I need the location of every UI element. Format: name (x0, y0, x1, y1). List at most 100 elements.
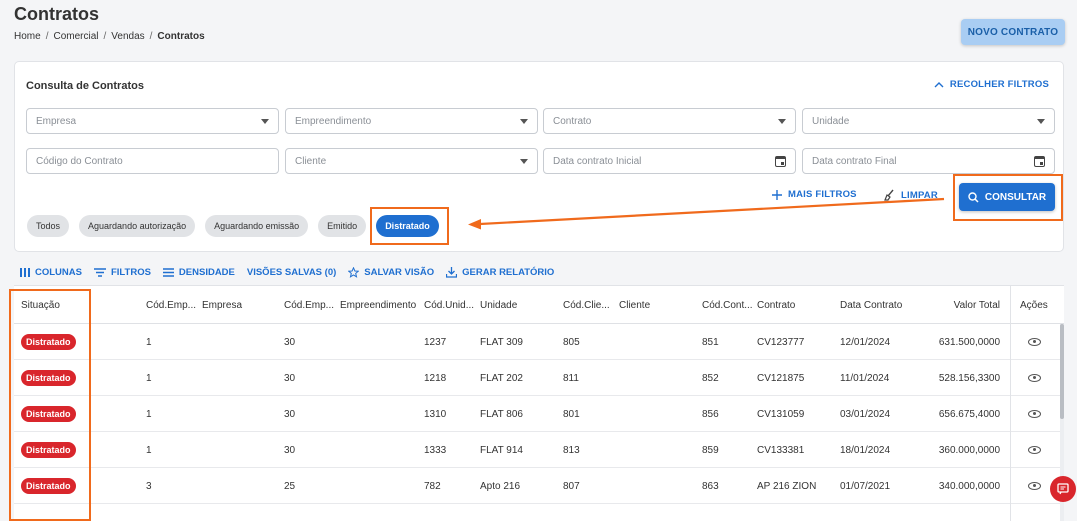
table-row[interactable]: Distratado 1 30 1333 FLAT 914 813 859 CV133381 1… (14, 432, 1064, 468)
filter-panel: Consulta de Contratos RECOLHER FILTROS E… (14, 61, 1064, 252)
contrato-select[interactable]: Contrato (543, 108, 796, 134)
cell-data-contrato: 03/01/2024 (840, 408, 891, 420)
cliente-select[interactable]: Cliente (285, 148, 538, 174)
cell-unidade: FLAT 309 (480, 336, 523, 348)
calendar-icon[interactable] (1034, 155, 1045, 167)
breadcrumb-separator: / (103, 31, 107, 42)
filter-icon (93, 268, 106, 277)
cell-situacao: Distratado (21, 360, 76, 396)
clear-button[interactable]: LIMPAR (883, 189, 938, 201)
cell-cod-unidade: 1333 (424, 444, 447, 456)
data-inicial-input[interactable]: Data contrato Inicial (543, 148, 796, 174)
status-badge: Distratado (21, 478, 76, 494)
star-icon (348, 267, 360, 278)
codigo-contrato-placeholder: Código do Contrato (36, 155, 123, 167)
table-row[interactable]: Distratado 1 30 1310 FLAT 806 801 856 CV131059 0… (14, 396, 1064, 432)
col-situacao[interactable]: Situação (21, 286, 101, 324)
cell-contrato: CV131059 (757, 408, 805, 420)
data-final-input[interactable]: Data contrato Final (802, 148, 1055, 174)
cell-data-contrato: 18/01/2024 (840, 444, 891, 456)
codigo-contrato-input[interactable]: Código do Contrato (26, 148, 279, 174)
chip-aguardando-emissao[interactable]: Aguardando emissão (205, 215, 309, 237)
col-unidade[interactable]: Unidade (480, 286, 550, 324)
cell-cod-empreendimento: 30 (284, 408, 296, 420)
col-cod-contrato[interactable]: Cód.Cont... (702, 286, 754, 324)
breadcrumb-home[interactable]: Home (14, 31, 41, 42)
cell-unidade: FLAT 202 (480, 372, 523, 384)
col-empreendimento[interactable]: Empreendimento (340, 286, 420, 324)
cell-cod-unidade: 1218 (424, 372, 447, 384)
cell-valor-total: 340.000,0000 (938, 480, 1000, 492)
page-title: Contratos (14, 4, 99, 24)
filter-panel-title: Consulta de Contratos (26, 80, 144, 92)
table-row[interactable]: Distratado 3 25 782 Apto 216 807 863 AP 216 ZIO… (14, 468, 1064, 504)
chip-emitido[interactable]: Emitido (318, 215, 367, 237)
col-empresa[interactable]: Empresa (202, 286, 282, 324)
density-icon (162, 268, 174, 277)
empreendimento-select[interactable]: Empreendimento (285, 108, 538, 134)
chip-aguardando-autorizacao[interactable]: Aguardando autorização (79, 215, 196, 237)
plus-icon (772, 189, 782, 200)
filters-button[interactable]: FILTROS (93, 267, 151, 278)
table-row[interactable]: Distratado 1 30 1237 FLAT 309 805 851 CV123777 1… (14, 324, 1064, 360)
col-cliente[interactable]: Cliente (619, 286, 699, 324)
status-badge: Distratado (21, 442, 76, 458)
search-icon (968, 191, 979, 203)
cell-situacao: Distratado (21, 396, 76, 432)
empreendimento-placeholder: Empreendimento (295, 115, 372, 127)
status-badge: Distratado (21, 406, 76, 422)
cell-cod-contrato: 856 (702, 408, 719, 420)
scrollbar-thumb[interactable] (1060, 324, 1064, 419)
col-cod-empresa[interactable]: Cód.Emp... (146, 286, 198, 324)
save-view-button[interactable]: SALVAR VISÃO (348, 267, 434, 278)
collapse-filters-button[interactable]: RECOLHER FILTROS (934, 79, 1049, 90)
view-button[interactable] (1028, 432, 1041, 468)
consult-label: CONSULTAR (984, 191, 1047, 203)
view-button[interactable] (1028, 396, 1041, 432)
col-cod-empreendimento[interactable]: Cód.Emp... (284, 286, 336, 324)
col-cod-unidade[interactable]: Cód.Unid... (424, 286, 476, 324)
col-cod-cliente[interactable]: Cód.Clie... (563, 286, 613, 324)
contrato-placeholder: Contrato (553, 115, 592, 127)
table-row[interactable]: Distratado 1 30 1218 FLAT 202 811 852 CV121875 1… (14, 360, 1064, 396)
eye-icon (1028, 374, 1041, 382)
unidade-select[interactable]: Unidade (802, 108, 1055, 134)
status-badge: Distratado (21, 370, 76, 386)
more-filters-button[interactable]: MAIS FILTROS (772, 189, 857, 200)
chip-todos[interactable]: Todos (27, 215, 70, 237)
view-button[interactable] (1028, 324, 1041, 360)
empresa-select[interactable]: Empresa (26, 108, 279, 134)
consult-button[interactable]: CONSULTAR (959, 183, 1055, 211)
cell-data-contrato: 12/01/2024 (840, 336, 891, 348)
density-button[interactable]: DENSIDADE (162, 267, 235, 278)
breadcrumb-vendas[interactable]: Vendas (111, 31, 144, 42)
view-button[interactable] (1028, 360, 1041, 396)
cell-cod-cliente: 813 (563, 444, 580, 456)
columns-button[interactable]: COLUNAS (20, 267, 82, 278)
report-button[interactable]: GERAR RELATÓRIO (446, 267, 554, 278)
download-icon (446, 267, 458, 278)
new-contract-button[interactable]: NOVO CONTRATO (961, 19, 1065, 45)
view-button[interactable] (1028, 468, 1041, 504)
empresa-placeholder: Empresa (36, 115, 77, 127)
contracts-table: Situação Cód.Emp... Empresa Cód.Emp... E… (14, 285, 1064, 521)
cell-cod-empresa: 1 (146, 408, 152, 420)
more-filters-label: MAIS FILTROS (788, 189, 857, 200)
help-chat-button[interactable] (1050, 476, 1076, 502)
chip-distratado[interactable]: Distratado (376, 215, 439, 237)
cell-situacao: Distratado (21, 324, 76, 360)
cell-cod-contrato: 859 (702, 444, 719, 456)
saved-views-button[interactable]: VISÕES SALVAS (0) (247, 267, 336, 278)
grid-toolbar: COLUNAS FILTROS DENSIDADE VISÕES SALVAS … (20, 267, 554, 278)
cell-valor-total: 360.000,0000 (938, 444, 1000, 456)
cell-unidade: Apto 216 (480, 480, 521, 492)
collapse-filters-label: RECOLHER FILTROS (949, 79, 1049, 90)
breadcrumb: Home / Comercial / Vendas / Contratos (14, 31, 205, 42)
col-valor-total[interactable]: Valor Total (924, 286, 1000, 324)
col-data-contrato[interactable]: Data Contrato (840, 286, 920, 324)
cell-cod-cliente: 811 (563, 372, 579, 384)
calendar-icon[interactable] (775, 155, 786, 167)
breadcrumb-comercial[interactable]: Comercial (53, 31, 98, 42)
cell-contrato: CV123777 (757, 336, 805, 348)
col-contrato[interactable]: Contrato (757, 286, 827, 324)
